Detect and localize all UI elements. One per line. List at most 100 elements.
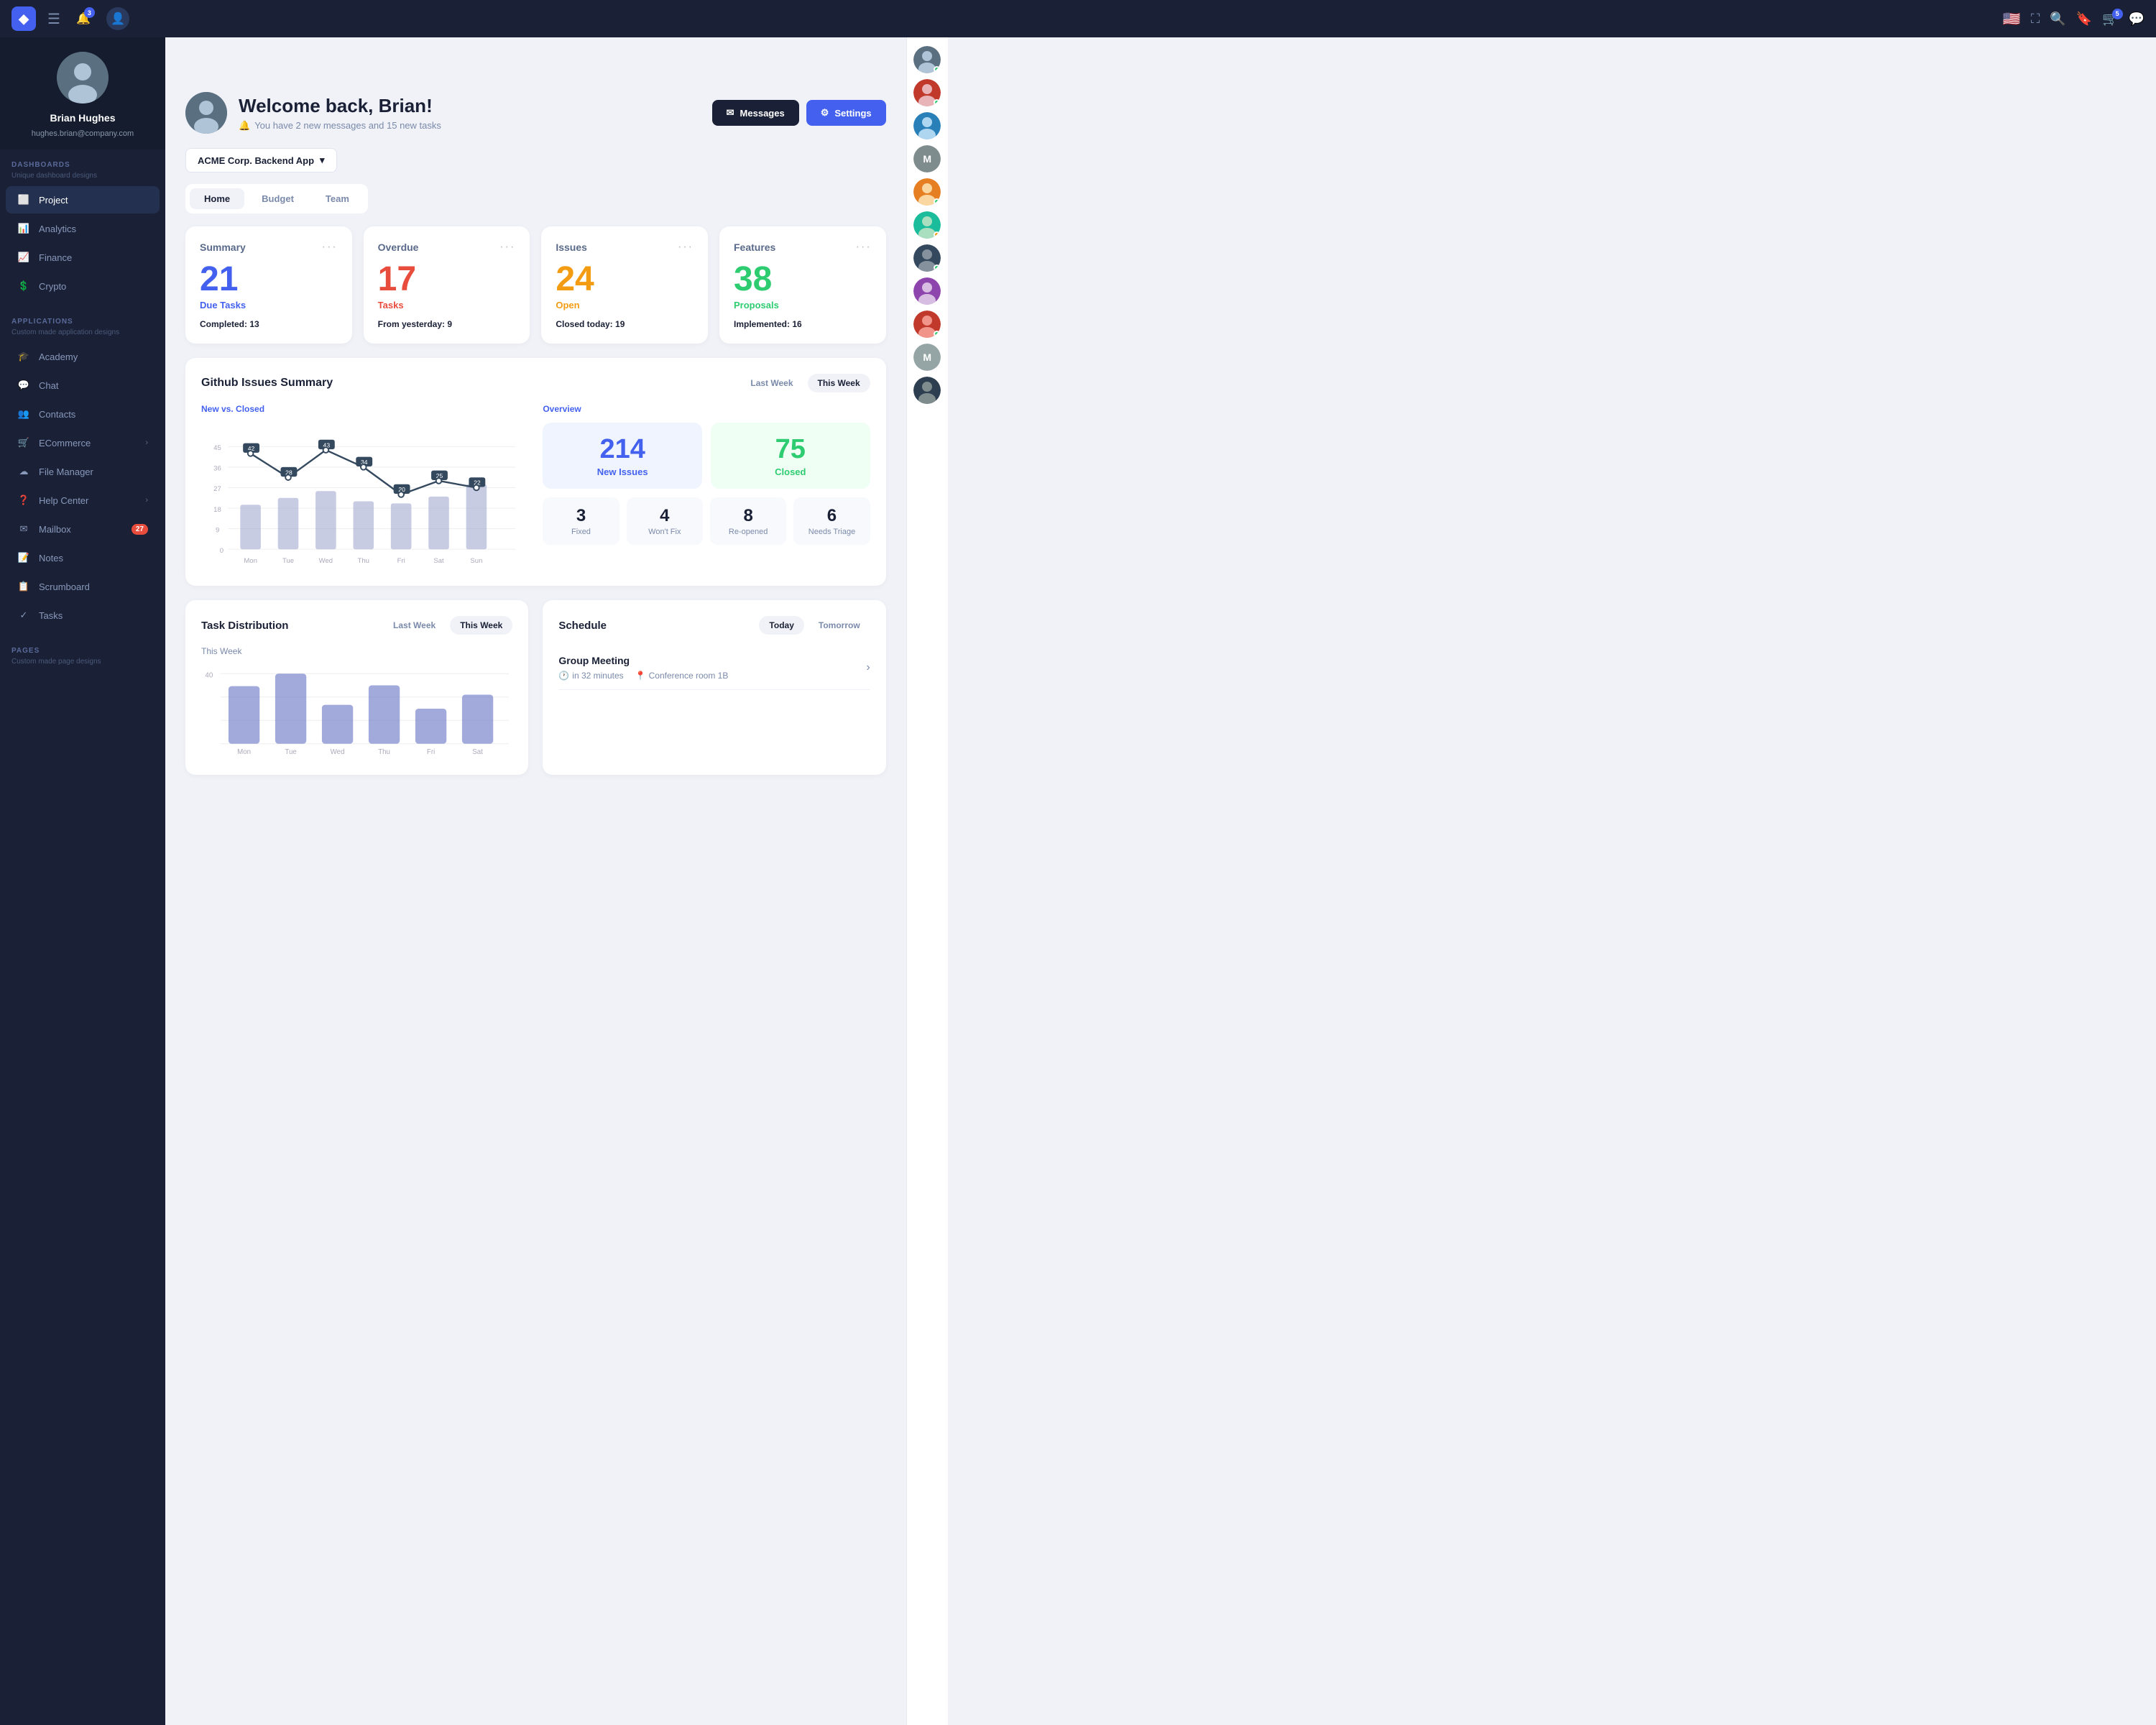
user-circle-icon[interactable]: 👤	[106, 7, 129, 30]
right-avatar-1[interactable]	[913, 46, 941, 73]
schedule-item: Group Meeting 🕐 in 32 minutes 📍 Conferen…	[558, 646, 870, 690]
tomorrow-btn[interactable]: Tomorrow	[808, 616, 870, 635]
this-week-btn[interactable]: This Week	[808, 374, 870, 392]
sidebar-item-label: Project	[39, 195, 148, 206]
sidebar-item-notes[interactable]: 📝 Notes	[6, 544, 160, 571]
schedule-time: 🕐 in 32 minutes	[558, 671, 623, 681]
svg-text:Sat: Sat	[433, 557, 444, 565]
welcome-avatar	[185, 92, 227, 134]
project-selector-label: ACME Corp. Backend App	[198, 155, 314, 166]
right-avatar-6[interactable]	[913, 211, 941, 239]
svg-text:Sat: Sat	[472, 748, 483, 755]
bell-icon-btn[interactable]: 🔔 3	[72, 7, 95, 30]
applications-section-sub: Custom made application designs	[0, 328, 165, 342]
notes-icon: 📝	[17, 551, 30, 564]
sidebar-item-finance[interactable]: 📈 Finance	[6, 244, 160, 271]
cart-icon-btn[interactable]: 🛒 5	[2102, 12, 2118, 27]
applications-section-label: APPLICATIONS	[0, 306, 165, 328]
tab-budget[interactable]: Budget	[247, 188, 308, 209]
bell-badge: 3	[84, 7, 95, 18]
stat-menu-overdue[interactable]: ···	[499, 241, 515, 254]
gear-icon: ⚙	[821, 107, 829, 119]
app-logo[interactable]: ◆	[11, 6, 36, 31]
stat-meta-overdue: From yesterday: 9	[378, 319, 516, 329]
dashboards-section-label: DASHBOARDS	[0, 150, 165, 172]
welcome-actions: ✉ Messages ⚙ Settings	[712, 100, 886, 126]
expand-icon[interactable]: ⛶	[2031, 12, 2040, 27]
sidebar-item-analytics[interactable]: 📊 Analytics	[6, 215, 160, 242]
chart-subtitle: New vs. Closed	[201, 404, 528, 414]
stat-menu-summary[interactable]: ···	[322, 241, 338, 254]
today-btn[interactable]: Today	[759, 616, 803, 635]
sidebar-item-label: Finance	[39, 252, 148, 263]
schedule-toggle: Today Tomorrow	[759, 616, 870, 635]
sidebar-item-scrumboard[interactable]: 📋 Scrumboard	[6, 573, 160, 600]
chat-icon[interactable]: 💬	[2129, 12, 2145, 27]
hamburger-icon[interactable]: ☰	[47, 10, 60, 28]
sidebar-item-contacts[interactable]: 👥 Contacts	[6, 400, 160, 428]
stat-menu-features[interactable]: ···	[856, 241, 872, 254]
bookmark-icon[interactable]: 🔖	[2076, 12, 2092, 27]
task-last-week-btn[interactable]: Last Week	[383, 616, 446, 635]
wont-fix-number: 4	[635, 506, 694, 526]
needs-triage-label: Needs Triage	[802, 528, 861, 536]
right-avatar-m2[interactable]: M	[913, 344, 941, 371]
sidebar-item-helpcenter[interactable]: ❓ Help Center ›	[6, 487, 160, 514]
dashboards-section-sub: Unique dashboard designs	[0, 172, 165, 185]
chat-nav-icon: 💬	[17, 379, 30, 392]
stat-cards: Summary ··· 21 Due Tasks Completed: 13 O…	[185, 226, 886, 344]
new-issues-number: 214	[554, 434, 691, 465]
right-avatar-11[interactable]	[913, 377, 941, 404]
stat-card-summary: Summary ··· 21 Due Tasks Completed: 13	[185, 226, 352, 344]
svg-text:9: 9	[216, 526, 219, 534]
overview-title: Overview	[543, 404, 870, 414]
stat-meta-summary: Completed: 13	[200, 319, 338, 329]
chevron-right-icon: ›	[145, 496, 148, 505]
right-avatar-m1[interactable]: M	[913, 145, 941, 172]
location-icon: 📍	[635, 671, 646, 681]
sidebar-user-name: Brian Hughes	[50, 112, 115, 124]
schedule-arrow-icon[interactable]: ›	[866, 661, 870, 674]
sidebar-item-mailbox[interactable]: ✉ Mailbox 27	[6, 515, 160, 543]
tab-team[interactable]: Team	[311, 188, 364, 209]
right-avatar-2[interactable]	[913, 79, 941, 106]
search-icon[interactable]: 🔍	[2050, 12, 2065, 27]
project-selector[interactable]: ACME Corp. Backend App ▾	[185, 148, 337, 172]
settings-button[interactable]: ⚙ Settings	[806, 100, 886, 126]
right-avatar-9[interactable]	[913, 310, 941, 338]
sidebar-item-filemanager[interactable]: ☁ File Manager	[6, 458, 160, 485]
sidebar-item-label: Scrumboard	[39, 581, 148, 592]
sidebar-item-tasks[interactable]: ✓ Tasks	[6, 602, 160, 629]
stat-number-summary: 21	[200, 262, 338, 297]
last-week-btn[interactable]: Last Week	[740, 374, 803, 392]
sidebar-item-chat[interactable]: 💬 Chat	[6, 372, 160, 399]
svg-text:Tue: Tue	[282, 557, 294, 565]
flag-icon[interactable]: 🇺🇸	[2003, 10, 2021, 28]
task-distribution-section: Task Distribution Last Week This Week Th…	[185, 600, 528, 775]
right-avatar-3[interactable]	[913, 112, 941, 139]
wont-fix-card: 4 Won't Fix	[627, 497, 703, 545]
right-avatar-7[interactable]	[913, 244, 941, 272]
sidebar-item-crypto[interactable]: 💲 Crypto	[6, 272, 160, 300]
sidebar-item-ecommerce[interactable]: 🛒 ECommerce ›	[6, 429, 160, 456]
sidebar-item-academy[interactable]: 🎓 Academy	[6, 343, 160, 370]
task-this-week-btn[interactable]: This Week	[450, 616, 512, 635]
github-issues-section: Github Issues Summary Last Week This Wee…	[185, 358, 886, 586]
tab-home[interactable]: Home	[190, 188, 244, 209]
sidebar-item-project[interactable]: ⬜ Project	[6, 186, 160, 213]
project-icon: ⬜	[17, 193, 30, 206]
stat-card-issues: Issues ··· 24 Open Closed today: 19	[541, 226, 708, 344]
sidebar-item-label: Tasks	[39, 610, 148, 621]
right-avatar-8[interactable]	[913, 277, 941, 305]
stat-menu-issues[interactable]: ···	[678, 241, 694, 254]
svg-text:36: 36	[213, 465, 221, 473]
sidebar-item-label: Analytics	[39, 224, 148, 234]
filemanager-icon: ☁	[17, 465, 30, 478]
messages-button[interactable]: ✉ Messages	[712, 100, 799, 126]
right-avatar-5[interactable]	[913, 178, 941, 206]
sidebar-item-label: Academy	[39, 351, 148, 362]
topnav-right: 🇺🇸 ⛶ 🔍 🔖 🛒 5 💬	[2003, 10, 2145, 28]
chevron-down-icon: ▾	[320, 155, 325, 166]
finance-icon: 📈	[17, 251, 30, 264]
svg-text:18: 18	[213, 506, 221, 514]
